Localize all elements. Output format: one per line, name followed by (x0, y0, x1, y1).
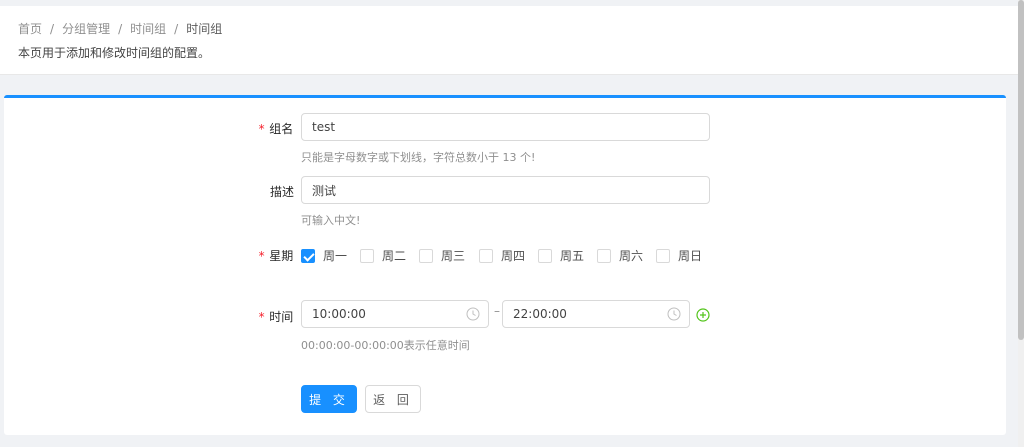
name-label: * 组名 (258, 122, 294, 136)
breadcrumb-time-group[interactable]: 时间组 (130, 20, 166, 37)
time-hint: 00:00:00-00:00:00表示任意时间 (301, 339, 470, 352)
required-mark: * (258, 249, 266, 263)
end-time-picker[interactable]: 22:00:00 (502, 300, 690, 328)
end-time-value: 22:00:00 (513, 307, 567, 321)
breadcrumb-group-management[interactable]: 分组管理 (62, 20, 110, 37)
required-mark: * (258, 310, 266, 324)
weekday-label: * 星期 (258, 249, 294, 263)
description-input[interactable] (301, 176, 710, 204)
breadcrumb-separator: / (50, 21, 55, 36)
breadcrumb-separator: / (174, 21, 179, 36)
breadcrumb-separator: / (118, 21, 123, 36)
page-header: 首页 / 分组管理 / 时间组 / 时间组 本页用于添加和修改时间组的配置。 (0, 6, 1018, 75)
start-time-value: 10:00:00 (312, 307, 366, 321)
page-description: 本页用于添加和修改时间组的配置。 (18, 46, 211, 60)
time-range-separator: – (494, 304, 500, 318)
clock-icon (667, 307, 681, 321)
breadcrumb-current: 时间组 (186, 22, 223, 36)
checkbox-box[interactable] (479, 248, 493, 263)
back-button[interactable]: 返 回 (365, 385, 421, 413)
weekday-checkbox-sun[interactable]: 周日 (656, 247, 702, 264)
checkbox-box[interactable] (656, 248, 670, 263)
checkbox-box[interactable] (419, 248, 433, 263)
check-icon[interactable] (301, 248, 315, 263)
description-label: 描述 (270, 185, 295, 199)
page-scrollbar[interactable] (1018, 0, 1024, 447)
start-time-picker[interactable]: 10:00:00 (301, 300, 489, 328)
weekday-checkbox-fri[interactable]: 周五 (538, 247, 584, 264)
submit-button[interactable]: 提 交 (301, 385, 357, 413)
clock-icon (466, 307, 480, 321)
weekday-checkbox-tue[interactable]: 周二 (360, 247, 406, 264)
group-name-hint: 只能是字母数字或下划线，字符总数小于 13 个! (301, 151, 536, 164)
group-name-input[interactable] (301, 113, 710, 141)
form-card: *组名 只能是字母数字或下划线，字符总数小于 13 个! 描述 可输入中文! *… (4, 95, 1006, 435)
breadcrumb-home[interactable]: 首页 (18, 20, 42, 37)
weekday-checkbox-mon[interactable]: 周一 (301, 247, 347, 264)
required-mark: * (258, 122, 266, 136)
scrollbar-thumb[interactable] (1018, 0, 1024, 340)
weekday-checkbox-thu[interactable]: 周四 (479, 247, 525, 264)
description-hint: 可输入中文! (301, 214, 361, 227)
plus-circle-icon[interactable] (696, 308, 710, 322)
checkbox-box[interactable] (538, 248, 552, 263)
checkbox-box[interactable] (360, 248, 374, 263)
time-label: * 时间 (258, 310, 294, 324)
breadcrumb: 首页 / 分组管理 / 时间组 / 时间组 (18, 20, 222, 37)
checkbox-box[interactable] (597, 248, 611, 263)
weekday-checkbox-sat[interactable]: 周六 (597, 247, 643, 264)
weekday-checkbox-wed[interactable]: 周三 (419, 247, 465, 264)
